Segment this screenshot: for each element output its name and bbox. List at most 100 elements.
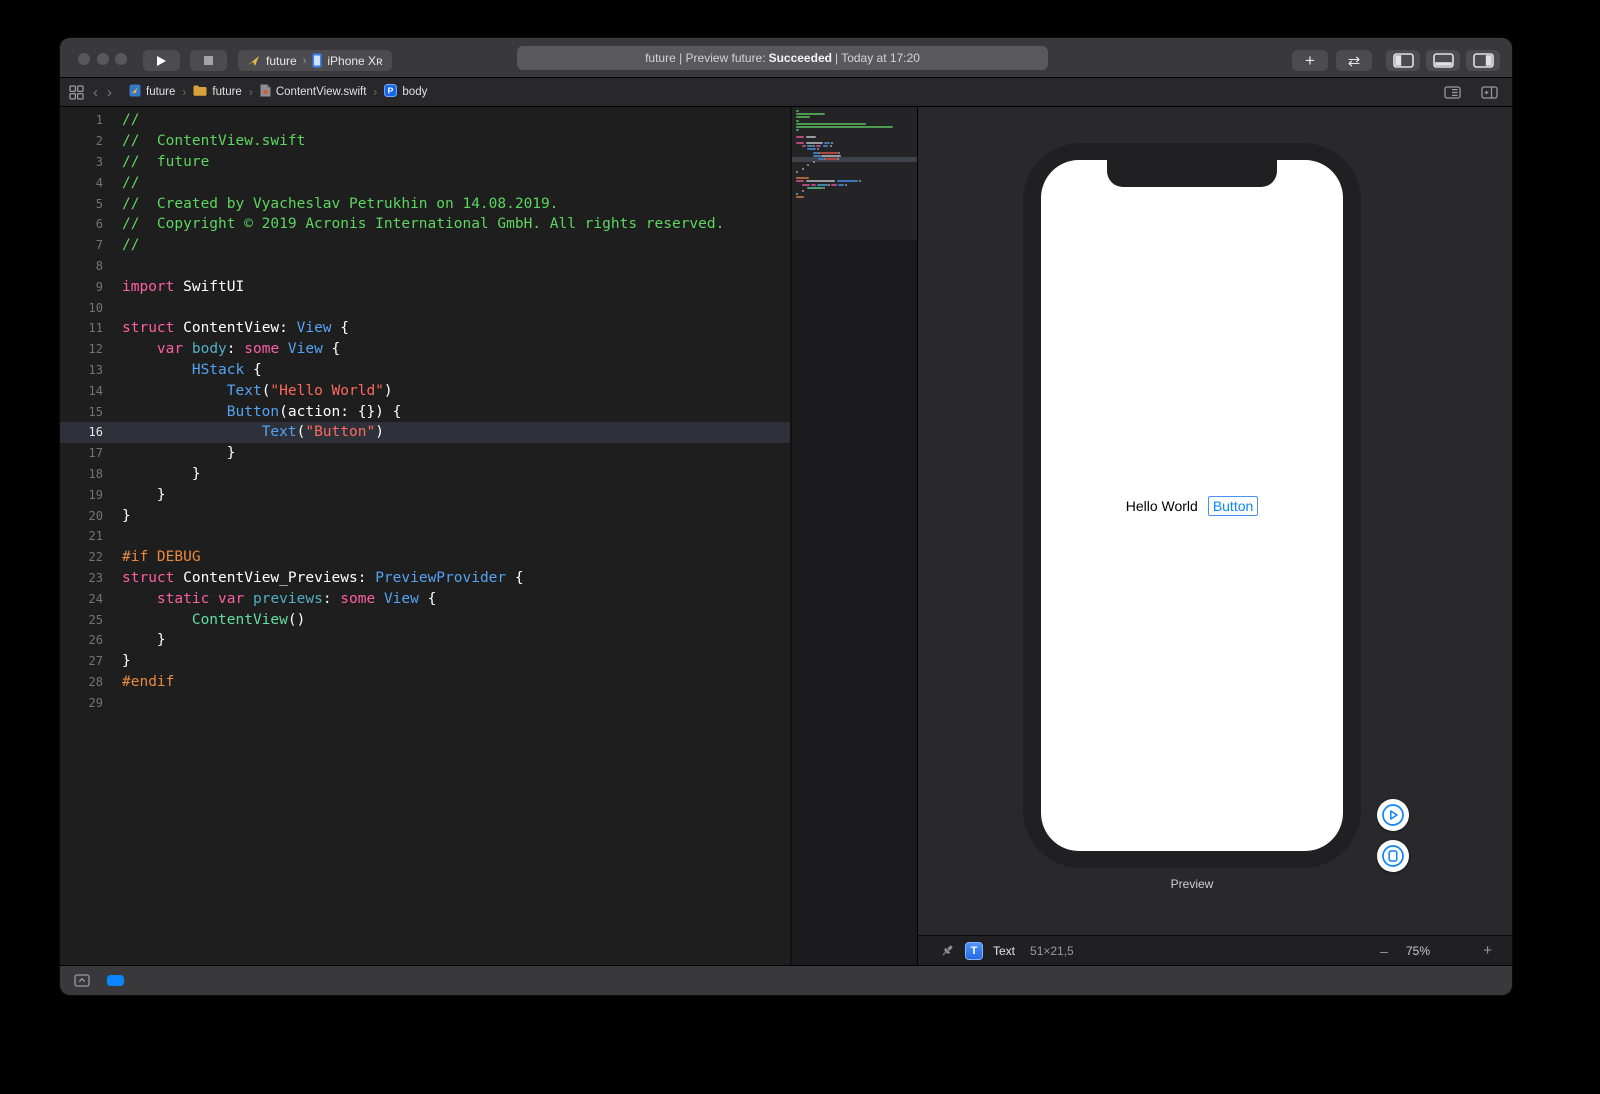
code-line[interactable]: 22 #if DEBUG bbox=[60, 547, 790, 568]
zoom-window-button[interactable] bbox=[115, 53, 127, 65]
toggle-debug-area-button[interactable] bbox=[1426, 50, 1460, 71]
hide-bar-icon[interactable] bbox=[74, 974, 90, 987]
code-line[interactable]: 1 // bbox=[60, 110, 790, 131]
code-line[interactable]: 19 } bbox=[60, 484, 790, 505]
breadcrumb-item[interactable]: ContentView.swift bbox=[260, 84, 366, 100]
code-line[interactable]: 28 #endif bbox=[60, 672, 790, 693]
code-line[interactable]: 9 import SwiftUI bbox=[60, 276, 790, 297]
preview-button-selected[interactable]: Button bbox=[1207, 495, 1259, 516]
breadcrumb-item[interactable]: future bbox=[129, 84, 175, 100]
code-line[interactable]: 24 static var previews: some View { bbox=[60, 588, 790, 609]
minimize-window-button[interactable] bbox=[97, 53, 109, 65]
code-line[interactable]: 18 } bbox=[60, 464, 790, 485]
code-line[interactable]: 27} bbox=[60, 651, 790, 672]
toggle-navigator-button[interactable] bbox=[1386, 50, 1420, 71]
code-line[interactable]: 29 bbox=[60, 692, 790, 713]
line-number[interactable]: 9 bbox=[60, 280, 103, 294]
line-number[interactable]: 28 bbox=[60, 675, 103, 689]
line-number[interactable]: 13 bbox=[60, 363, 103, 377]
breadcrumb-item[interactable]: Pbody bbox=[384, 84, 427, 100]
line-number[interactable]: 19 bbox=[60, 488, 103, 502]
related-items-icon[interactable] bbox=[69, 84, 84, 100]
line-number[interactable]: 5 bbox=[60, 197, 103, 211]
selected-element-size: 51×21,5 bbox=[1030, 943, 1074, 958]
line-number[interactable]: 22 bbox=[60, 550, 103, 564]
code-line[interactable]: 26 } bbox=[60, 630, 790, 651]
minimap[interactable] bbox=[790, 107, 917, 965]
preview-hello-text[interactable]: Hello World bbox=[1126, 498, 1198, 514]
line-number[interactable]: 23 bbox=[60, 571, 103, 585]
code-text: } bbox=[122, 507, 131, 524]
add-editor-icon[interactable] bbox=[1481, 86, 1498, 99]
editor-options-icon[interactable] bbox=[1444, 86, 1461, 99]
scheme-selector[interactable]: future › iPhone Xʀ bbox=[238, 50, 392, 71]
line-number[interactable]: 8 bbox=[60, 259, 103, 273]
line-number[interactable]: 18 bbox=[60, 467, 103, 481]
minimap-line-bar bbox=[796, 122, 866, 125]
code-line[interactable]: 10 bbox=[60, 297, 790, 318]
line-number[interactable]: 7 bbox=[60, 238, 103, 252]
zoom-in-button[interactable]: + bbox=[1483, 942, 1492, 959]
live-preview-button[interactable] bbox=[1377, 799, 1409, 831]
code-line[interactable]: 4 // bbox=[60, 172, 790, 193]
activity-status[interactable]: future | Preview future: Succeeded | Tod… bbox=[517, 46, 1048, 70]
line-number[interactable]: 16 bbox=[60, 425, 103, 439]
line-number[interactable]: 26 bbox=[60, 633, 103, 647]
line-number[interactable]: 20 bbox=[60, 509, 103, 523]
line-number[interactable]: 4 bbox=[60, 176, 103, 190]
line-number[interactable]: 29 bbox=[60, 696, 103, 710]
code-line[interactable]: 25 ContentView() bbox=[60, 609, 790, 630]
line-number[interactable]: 3 bbox=[60, 155, 103, 169]
line-number[interactable]: 15 bbox=[60, 405, 103, 419]
code-line[interactable]: 5 // Created by Vyacheslav Petrukhin on 1… bbox=[60, 193, 790, 214]
line-number[interactable]: 25 bbox=[60, 613, 103, 627]
line-number[interactable]: 6 bbox=[60, 217, 103, 231]
code-line[interactable]: 20} bbox=[60, 505, 790, 526]
minimap-line-bar bbox=[807, 186, 823, 189]
run-button[interactable] bbox=[143, 50, 180, 71]
line-number[interactable]: 11 bbox=[60, 321, 103, 335]
code-line[interactable]: 13 HStack { bbox=[60, 360, 790, 381]
code-lines: 1 // 2 // ContentView.swift 3 // future 4 // 5 //… bbox=[60, 107, 790, 713]
go-forward-button[interactable]: › bbox=[107, 85, 112, 100]
minimap-current-line bbox=[792, 156, 917, 162]
code-line[interactable]: 16 Text("Button") bbox=[60, 421, 790, 443]
code-line[interactable]: 12 var body: some View { bbox=[60, 339, 790, 360]
code-line[interactable]: 8 bbox=[60, 256, 790, 277]
line-number[interactable]: 14 bbox=[60, 384, 103, 398]
line-number[interactable]: 17 bbox=[60, 446, 103, 460]
iphone-screen[interactable]: Hello World Button bbox=[1041, 160, 1343, 851]
line-number[interactable]: 2 bbox=[60, 134, 103, 148]
line-number[interactable]: 1 bbox=[60, 113, 103, 127]
code-line[interactable]: 11 struct ContentView: View { bbox=[60, 318, 790, 339]
code-line[interactable]: 17 } bbox=[60, 443, 790, 464]
go-back-button[interactable]: ‹ bbox=[93, 85, 98, 100]
close-window-button[interactable] bbox=[78, 53, 90, 65]
code-editor[interactable]: 1 // 2 // ContentView.swift 3 // future 4 // 5 //… bbox=[60, 107, 790, 965]
code-line[interactable]: 21 bbox=[60, 526, 790, 547]
editor-mode-button[interactable]: ⇄ bbox=[1336, 50, 1372, 71]
minimap-line-bar bbox=[831, 142, 833, 144]
code-line[interactable]: 7 // bbox=[60, 235, 790, 256]
code-line[interactable]: 3 // future bbox=[60, 152, 790, 173]
pin-icon[interactable] bbox=[940, 943, 955, 958]
stop-button[interactable] bbox=[190, 50, 227, 71]
library-button[interactable]: + bbox=[1292, 50, 1328, 71]
code-line[interactable]: 15 Button(action: {}) { bbox=[60, 401, 790, 422]
code-text: } bbox=[122, 486, 166, 503]
line-number[interactable]: 24 bbox=[60, 592, 103, 606]
filter-icon[interactable] bbox=[107, 975, 124, 986]
toggle-inspector-button[interactable] bbox=[1466, 50, 1500, 71]
preview-on-device-button[interactable] bbox=[1377, 840, 1409, 872]
code-line[interactable]: 2 // ContentView.swift bbox=[60, 131, 790, 152]
line-number[interactable]: 10 bbox=[60, 301, 103, 315]
code-line[interactable]: 23 struct ContentView_Previews: PreviewPr… bbox=[60, 568, 790, 589]
line-number[interactable]: 12 bbox=[60, 342, 103, 356]
line-number[interactable]: 27 bbox=[60, 654, 103, 668]
line-number[interactable]: 21 bbox=[60, 529, 103, 543]
code-line[interactable]: 6 // Copyright © 2019 Acronis Internation… bbox=[60, 214, 790, 235]
breadcrumb-item[interactable]: future bbox=[193, 85, 242, 99]
zoom-out-button[interactable]: – bbox=[1380, 943, 1388, 959]
code-line[interactable]: 14 Text("Hello World") bbox=[60, 380, 790, 401]
preview-canvas[interactable]: Hello World Button Preview bbox=[918, 107, 1512, 935]
